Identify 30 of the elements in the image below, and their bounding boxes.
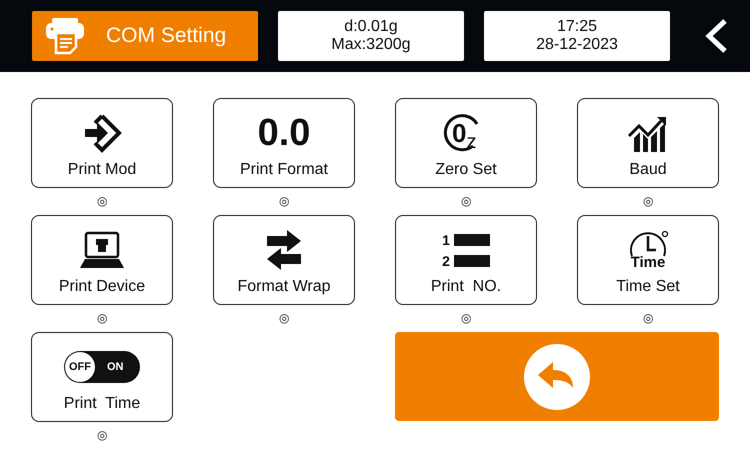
swap-arrows-icon xyxy=(264,230,304,270)
indicator-mark: ◎ xyxy=(643,311,653,325)
setting-tile[interactable]: Format Wrap xyxy=(213,215,355,305)
back-icon xyxy=(704,18,728,54)
scale-info-text: d:0.01g xyxy=(344,18,398,36)
indicator-mark: ◎ xyxy=(279,194,289,208)
setting-tile[interactable]: OFF ON Print Time xyxy=(31,332,173,422)
setting-tile[interactable]: 1 2 Print NO. xyxy=(395,215,537,305)
datetime-text: 17:25 xyxy=(556,18,598,36)
indicator-mark: ◎ xyxy=(461,194,471,208)
laptop-printer-icon xyxy=(79,231,125,269)
rising-chart-icon xyxy=(628,114,668,152)
setting-tile[interactable]: Print Mod xyxy=(31,98,173,188)
toggle-icon: OFF ON xyxy=(64,351,140,383)
indicator-mark: ◎ xyxy=(643,194,653,208)
back-button[interactable] xyxy=(704,18,728,54)
setting-tile[interactable]: Time Time Set xyxy=(577,215,719,305)
indicator-mark: ◎ xyxy=(97,194,107,208)
return-button[interactable] xyxy=(395,332,719,421)
setting-tile[interactable]: 0.0 Print Format xyxy=(213,98,355,188)
indicator-mark: ◎ xyxy=(97,428,107,442)
indicator-mark: ◎ xyxy=(97,311,107,325)
return-icon xyxy=(524,344,590,410)
scale-info-text: Max:3200g xyxy=(331,36,411,54)
setting-tile[interactable]: Print Device xyxy=(31,215,173,305)
setting-tile[interactable]: Baud xyxy=(577,98,719,188)
datetime-text: 28-12-2023 xyxy=(536,36,618,54)
zero-digits-icon: 0.0 xyxy=(258,112,310,154)
indicator-mark: ◎ xyxy=(279,311,289,325)
indicator-mark: ◎ xyxy=(461,311,471,325)
